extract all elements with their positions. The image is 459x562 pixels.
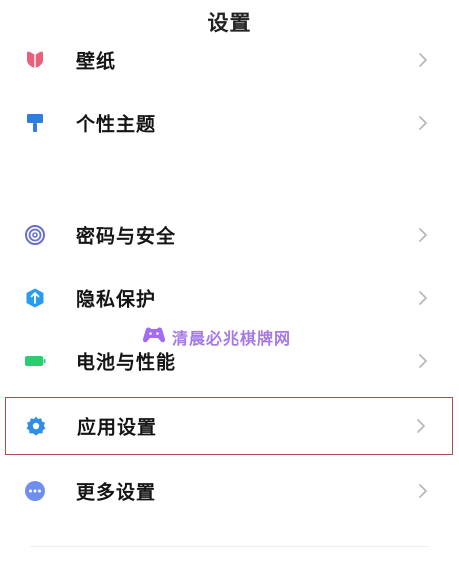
more-dots-icon (24, 480, 46, 502)
settings-item-label: 密码与安全 (76, 225, 177, 248)
battery-icon (24, 350, 46, 372)
settings-item-label: 壁纸 (76, 50, 117, 73)
chevron-right-icon (417, 51, 429, 69)
settings-item-battery-performance[interactable]: 电池与性能 (0, 331, 459, 391)
privacy-shield-icon (24, 287, 46, 309)
chevron-right-icon (417, 482, 429, 500)
settings-item-label: 电池与性能 (76, 351, 177, 374)
settings-item-label: 隐私保护 (76, 288, 157, 311)
settings-item-more-settings[interactable]: 更多设置 (0, 461, 459, 521)
chevron-right-icon (417, 226, 429, 244)
chevron-right-icon (417, 289, 429, 307)
settings-item-wallpaper[interactable]: 壁纸 (0, 30, 459, 90)
chevron-right-icon (415, 417, 427, 435)
wallpaper-icon (24, 49, 46, 71)
settings-item-label: 应用设置 (77, 416, 158, 439)
settings-item-label: 个性主题 (76, 113, 157, 136)
settings-item-label: 更多设置 (76, 481, 157, 504)
theme-brush-icon (24, 112, 46, 134)
settings-item-theme[interactable]: 个性主题 (0, 93, 459, 153)
chevron-right-icon (417, 352, 429, 370)
settings-item-password-security[interactable]: 密码与安全 (0, 205, 459, 265)
settings-item-app-settings[interactable]: 应用设置 (5, 397, 453, 455)
fingerprint-icon (24, 224, 46, 246)
chevron-right-icon (417, 114, 429, 132)
gear-icon (25, 415, 47, 437)
bottom-divider (30, 546, 430, 547)
settings-item-privacy[interactable]: 隐私保护 (0, 268, 459, 328)
